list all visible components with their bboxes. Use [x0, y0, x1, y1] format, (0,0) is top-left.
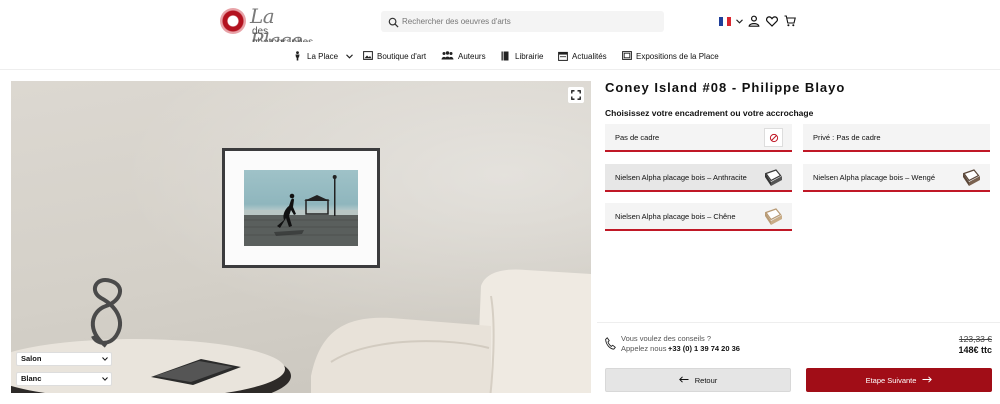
phone-icon [605, 337, 616, 352]
search-input[interactable] [402, 11, 657, 32]
divider [597, 322, 1000, 323]
frame-option-wenge[interactable]: Nielsen Alpha placage bois – Wengé [803, 164, 990, 192]
group-icon [441, 51, 454, 61]
product-title: Coney Island #08 - Philippe Blayo [605, 80, 846, 95]
book-icon [501, 51, 511, 61]
room-select[interactable]: Salon [16, 352, 112, 366]
fullscreen-icon [571, 90, 581, 100]
nav-item-auteurs[interactable]: Auteurs [441, 42, 486, 70]
image-icon [363, 51, 373, 61]
price-old: 123,33 € [958, 334, 992, 344]
search-bar [381, 11, 664, 32]
frame-option-none[interactable]: Pas de cadre [605, 124, 792, 152]
wall-color-select[interactable]: Blanc [16, 372, 112, 386]
frame-option-chene[interactable]: Nielsen Alpha placage bois – Chêne [605, 203, 792, 231]
nav-item-boutique[interactable]: Boutique d'art [363, 42, 426, 70]
nav-item-actualites[interactable]: Actualités [558, 42, 607, 70]
nav-label: Boutique d'art [377, 51, 427, 61]
phone-number-link[interactable]: +33 (0) 1 39 74 20 36 [668, 344, 740, 353]
site-logo[interactable]: La Place des photographes [220, 4, 330, 52]
nav-label: Expositions de la Place [636, 51, 719, 61]
calendar-icon [558, 51, 568, 61]
chevron-down-icon[interactable] [735, 14, 743, 28]
next-step-label: Etape Suivante [865, 375, 917, 385]
cart-icon[interactable] [783, 14, 797, 28]
frame-section-title: Choisissez votre encadrement ou votre ac… [605, 108, 814, 118]
arrow-right-icon [922, 375, 933, 385]
heart-icon[interactable] [765, 14, 779, 28]
nav-label: Actualités [572, 51, 607, 61]
frame-icon [622, 51, 632, 61]
frame-sample-anthracite-icon [764, 168, 783, 187]
french-flag-icon[interactable] [719, 16, 731, 26]
no-frame-icon [764, 128, 783, 147]
user-account-icon[interactable] [747, 14, 761, 28]
nav-item-expositions[interactable]: Expositions de la Place [622, 42, 719, 70]
back-button-label: Retour [694, 375, 718, 385]
frame-option-label: Pas de cadre [615, 132, 660, 142]
advice-call-prefix: Appelez nous : [621, 344, 671, 353]
frame-option-label: Nielsen Alpha placage bois – Anthracite [615, 172, 747, 182]
fullscreen-button[interactable] [568, 87, 584, 103]
frame-option-anthracite[interactable]: Nielsen Alpha placage bois – Anthracite [605, 164, 792, 192]
chevron-down-icon [346, 52, 354, 61]
advice-question: Vous voulez des conseils ? [621, 334, 712, 343]
framed-artwork [222, 148, 380, 268]
nav-label: Librairie [515, 51, 544, 61]
back-button[interactable]: Retour [605, 368, 791, 392]
arrow-left-icon [678, 375, 689, 385]
main-nav: La Place Boutique d'art Auteurs Librairi… [0, 42, 1000, 70]
next-step-button[interactable]: Etape Suivante [806, 368, 992, 392]
frame-sample-chene-icon [764, 207, 783, 226]
frame-sample-wenge-icon [962, 168, 981, 187]
nav-item-la-place[interactable]: La Place [293, 42, 354, 70]
nav-label: La Place [307, 51, 339, 61]
room-select-value: Salon [21, 354, 42, 363]
site-header: La Place des photographes [0, 0, 1000, 52]
logo-mark [220, 8, 246, 34]
room-mockup-image: Salon Blanc [11, 81, 591, 393]
wall-color-select-value: Blanc [21, 374, 42, 383]
search-icon [388, 15, 400, 28]
frame-option-label: Nielsen Alpha placage bois – Chêne [615, 211, 736, 221]
books-illustration [151, 359, 241, 385]
chevron-down-icon [102, 353, 108, 366]
sculpture-illustration [90, 278, 122, 348]
nav-label: Auteurs [458, 51, 486, 61]
artwork-photo [244, 170, 358, 246]
header-actions [719, 13, 797, 29]
frame-option-label: Privé : Pas de cadre [813, 132, 881, 142]
price-current: 148€ ttc [958, 345, 992, 355]
chevron-down-icon [102, 373, 108, 386]
frame-option-private-none[interactable]: Privé : Pas de cadre [803, 124, 990, 152]
artwork-mat [225, 151, 377, 265]
nav-item-librairie[interactable]: Librairie [501, 42, 543, 70]
sofa-illustration [311, 266, 591, 393]
person-icon [293, 51, 303, 61]
frame-option-label: Nielsen Alpha placage bois – Wengé [813, 172, 936, 182]
